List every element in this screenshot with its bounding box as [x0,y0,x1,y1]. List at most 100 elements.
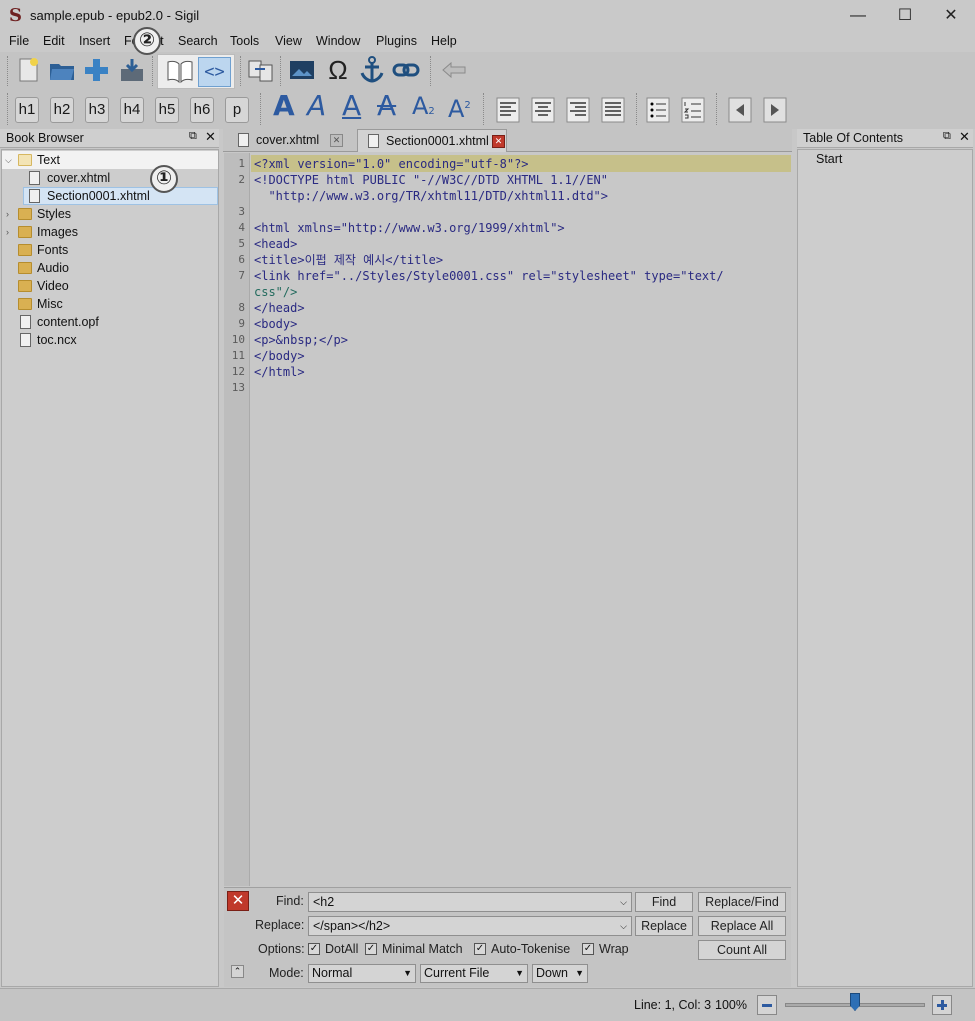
underline-icon[interactable]: A [342,91,361,121]
tree-item-text[interactable]: ⌵ Text [2,151,218,169]
replace-all-button[interactable]: Replace All [698,916,786,936]
tree-item-styles[interactable]: › Styles [2,205,218,223]
zoom-out-icon[interactable] [757,995,777,1015]
heading-4-button[interactable]: h4 [120,97,144,123]
tree-item-label: Misc [37,297,63,311]
heading-3-button[interactable]: h3 [85,97,109,123]
code-editor[interactable]: <?xml version="1.0" encoding="utf-8"?> <… [251,153,791,886]
auto-tokenise-checkbox[interactable]: ✓ [474,943,486,955]
save-icon[interactable] [118,56,146,84]
replace-button[interactable]: Replace [635,916,693,936]
collapse-arrow-icon[interactable]: ⌵ [5,151,12,169]
code-text: <head> [254,237,298,251]
menu-view[interactable]: View [275,34,302,48]
align-left-icon[interactable] [494,96,522,124]
replace-find-button[interactable]: Replace/Find [698,892,786,912]
float-panel-icon[interactable]: ⧉ [189,130,197,143]
paragraph-button[interactable]: p [225,97,249,123]
close-button[interactable]: ✕ [928,0,974,32]
tree-item-cover[interactable]: cover.xhtml [2,169,218,187]
tab-section0001-xhtml[interactable]: Section0001.xhtml ✕ [357,129,507,152]
expand-arrow-icon[interactable]: › [6,205,9,223]
menu-search[interactable]: Search [178,34,218,48]
mode-select[interactable]: Normal ▼ [308,964,416,983]
close-tab-icon[interactable]: ✕ [492,135,505,148]
tree-item-label: cover.xhtml [47,171,111,185]
tree-item-fonts[interactable]: Fonts [2,241,218,259]
bold-icon[interactable]: A [273,91,295,121]
zoom-slider-handle[interactable] [850,993,860,1011]
float-panel-icon[interactable]: ⧉ [943,130,951,143]
italic-icon[interactable]: A [307,91,326,121]
folder-icon [18,298,32,310]
tree-item-video[interactable]: Video [2,277,218,295]
replace-input[interactable]: </span></h2> ⌵ [308,916,632,936]
menu-insert[interactable]: Insert [79,34,110,48]
zoom-in-icon[interactable] [932,995,952,1015]
bullet-list-icon[interactable] [644,96,672,124]
collapse-panel-icon[interactable]: ⌃ [231,965,244,978]
open-folder-icon[interactable] [48,56,76,84]
close-panel-icon[interactable]: ✕ [205,129,216,145]
strikethrough-icon[interactable]: A [377,91,396,121]
close-find-icon[interactable]: ✕ [227,891,249,911]
code-text: <?xml version="1.0" encoding="utf-8"?> [254,157,529,171]
new-file-icon[interactable] [14,56,42,84]
subscript-icon[interactable]: A2 [412,91,435,127]
minimal-match-checkbox[interactable]: ✓ [365,943,377,955]
add-icon[interactable] [82,56,110,84]
menu-file[interactable]: File [9,34,29,48]
anchor-icon[interactable] [358,56,386,84]
tree-item-content-opf[interactable]: content.opf [2,313,218,331]
tree-item-toc-ncx[interactable]: toc.ncx [2,331,218,349]
toc-item[interactable]: Start [816,152,842,166]
close-panel-icon[interactable]: ✕ [959,129,970,145]
find-input[interactable]: <h2 ⌵ [308,892,632,912]
heading-2-button[interactable]: h2 [50,97,74,123]
expand-arrow-icon[interactable]: › [6,223,9,241]
scope-select[interactable]: Current File ▼ [420,964,528,983]
menu-edit[interactable]: Edit [43,34,65,48]
line-number: 13 [231,381,245,394]
chevron-down-icon[interactable]: ⌵ [620,893,627,911]
tree-item-images[interactable]: › Images [2,223,218,241]
dotall-checkbox[interactable]: ✓ [308,943,320,955]
special-character-icon[interactable]: Ω [324,55,352,85]
line-number: 9 [238,317,245,330]
heading-1-button[interactable]: h1 [15,97,39,123]
direction-select[interactable]: Down ▼ [532,964,588,983]
menu-window[interactable]: Window [316,34,360,48]
maximize-button[interactable]: ☐ [882,0,928,32]
minimize-button[interactable]: — [835,0,881,32]
heading-6-button[interactable]: h6 [190,97,214,123]
find-button[interactable]: Find [635,892,693,912]
chevron-down-icon[interactable]: ⌵ [620,917,627,935]
folder-icon [18,280,32,292]
close-tab-icon[interactable]: ✕ [330,134,343,147]
numbered-list-icon[interactable] [679,96,707,124]
align-right-icon[interactable] [564,96,592,124]
menu-plugins[interactable]: Plugins [376,34,417,48]
book-view-icon[interactable] [164,57,196,85]
menu-tools[interactable]: Tools [230,34,259,48]
align-center-icon[interactable] [529,96,557,124]
decrease-indent-icon[interactable] [726,96,754,124]
justify-icon[interactable] [599,96,627,124]
split-merge-icon[interactable] [247,56,275,84]
tree-item-misc[interactable]: Misc [2,295,218,313]
tree-item-audio[interactable]: Audio [2,259,218,277]
tree-item-section0001[interactable]: Section0001.xhtml [23,187,218,205]
line-number: 2 [238,173,245,186]
heading-5-button[interactable]: h5 [155,97,179,123]
count-all-button[interactable]: Count All [698,940,786,960]
insert-image-icon[interactable] [288,56,316,84]
wrap-checkbox[interactable]: ✓ [582,943,594,955]
superscript-icon[interactable]: A2 [448,91,471,124]
increase-indent-icon[interactable] [761,96,789,124]
link-icon[interactable] [392,56,420,84]
xhtml-file-icon [368,134,379,148]
tab-cover-xhtml[interactable]: cover.xhtml ✕ [228,129,344,152]
menu-help[interactable]: Help [431,34,457,48]
back-arrow-icon[interactable] [440,56,468,84]
code-view-icon[interactable]: <> [198,57,231,87]
